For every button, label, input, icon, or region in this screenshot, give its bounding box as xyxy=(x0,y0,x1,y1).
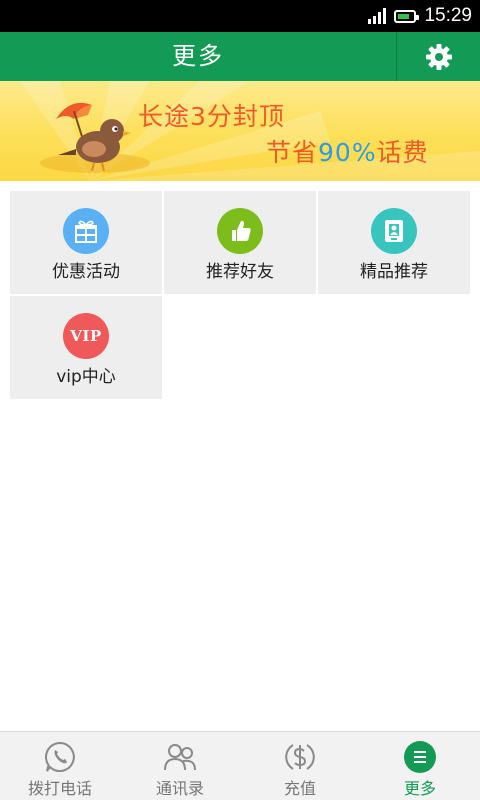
tile-label: 优惠活动 xyxy=(52,262,120,282)
nav-item-recharge[interactable]: 充值 xyxy=(240,732,360,800)
battery-level xyxy=(398,13,410,19)
nav-label: 通讯录 xyxy=(155,779,204,798)
nav-label: 拨打电话 xyxy=(27,779,92,798)
menu-icon xyxy=(402,739,438,775)
tile-label: vip中心 xyxy=(56,367,116,387)
tile-promotions[interactable]: 优惠活动 xyxy=(10,191,162,294)
signal-icon xyxy=(368,8,387,24)
nav-label: 更多 xyxy=(403,779,436,798)
tile-label: 精品推荐 xyxy=(360,262,428,282)
battery-icon xyxy=(394,9,420,23)
banner-subline-suffix: 话费 xyxy=(376,138,429,167)
banner-subline: 节省90%话费 xyxy=(266,133,429,169)
page-title: 更多 xyxy=(172,42,224,70)
banner-headline: 长途3分封顶 xyxy=(138,102,285,131)
nav-label: 充值 xyxy=(283,779,316,798)
tile-featured-apps[interactable]: 精品推荐 xyxy=(318,191,470,294)
tile-vip-center[interactable]: VIP vip中心 xyxy=(10,296,162,399)
status-bar: 15:29 xyxy=(0,0,480,32)
nav-item-contacts[interactable]: 通讯录 xyxy=(120,732,240,800)
bottom-nav: 拨打电话 通讯录 充值 更多 xyxy=(0,731,480,800)
promo-banner[interactable]: 长途3分封顶 节省90%话费 xyxy=(0,81,480,181)
nav-item-dial[interactable]: 拨打电话 xyxy=(0,732,120,800)
dollar-icon xyxy=(282,739,318,775)
apps-icon xyxy=(371,208,417,254)
vip-icon: VIP xyxy=(63,313,109,359)
banner-subline-prefix: 节省 xyxy=(266,138,319,167)
app-header: 更多 xyxy=(0,32,480,81)
thumbs-up-icon xyxy=(217,208,263,254)
vip-icon-text: VIP xyxy=(70,327,102,345)
gift-icon xyxy=(63,208,109,254)
tile-label: 推荐好友 xyxy=(206,262,274,282)
gear-icon xyxy=(425,43,452,70)
banner-highlight: 90% xyxy=(318,138,377,167)
phone-icon xyxy=(42,739,78,775)
settings-button[interactable] xyxy=(397,32,480,81)
status-icons: 15:29 xyxy=(368,0,472,32)
tile-recommend-friends[interactable]: 推荐好友 xyxy=(164,191,316,294)
contacts-icon xyxy=(162,739,198,775)
clock: 15:29 xyxy=(424,5,472,26)
nav-item-more[interactable]: 更多 xyxy=(360,732,480,800)
